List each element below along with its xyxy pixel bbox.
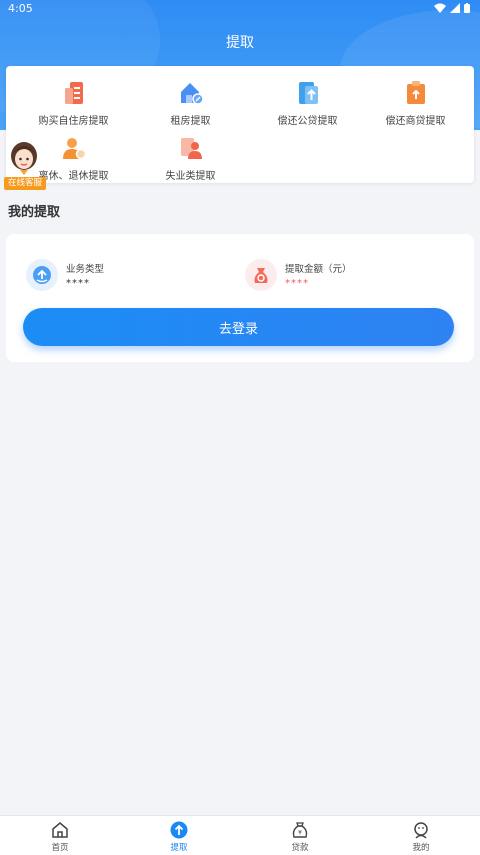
service-label: 租房提取 [170, 116, 211, 127]
service-label: 失业类提取 [165, 171, 216, 182]
clipboard-upload-icon [406, 81, 425, 104]
business-type-label: 业务类型 [66, 264, 105, 275]
status-time: 4:05 [8, 2, 33, 15]
building-document-icon [64, 82, 83, 104]
customer-service-badge[interactable]: 在线客服 [4, 177, 46, 190]
service-label: 购买自住房提取 [38, 116, 109, 127]
service-label: 偿还公贷提取 [277, 116, 338, 127]
tab-home[interactable]: 首页 [0, 821, 120, 853]
business-type-value: **** [66, 278, 90, 289]
house-icon [180, 83, 204, 105]
amount-value: **** [285, 278, 309, 289]
bottom-tab-bar: 首页 提取 ¥ 贷款 我的 [0, 815, 480, 855]
my-withdrawal-card: 业务类型 **** 提取金额（元） **** 去登录 [6, 234, 474, 362]
login-button[interactable]: 去登录 [23, 308, 454, 346]
amount-block: 提取金额（元） **** [245, 259, 352, 291]
wifi-icon [434, 3, 446, 13]
person-document-icon [180, 138, 202, 159]
upload-document-icon [298, 82, 318, 104]
svg-text:¥: ¥ [298, 830, 302, 837]
business-type-icon [26, 259, 58, 291]
business-type-block: 业务类型 **** [26, 259, 104, 291]
customer-service-girl-icon [11, 142, 37, 180]
tab-withdraw[interactable]: 提取 [119, 821, 239, 853]
money-bag-icon [245, 259, 277, 291]
service-public-loan[interactable]: 偿还公贷提取 [249, 78, 366, 130]
tab-mine[interactable]: 我的 [361, 821, 480, 853]
money-bag-icon: ¥ [292, 822, 308, 838]
home-icon [52, 822, 68, 838]
service-buy-house[interactable]: 购买自住房提取 [15, 78, 132, 130]
tab-label: 贷款 [291, 843, 309, 853]
tab-label: 首页 [51, 843, 69, 853]
arrow-up-circle-icon [170, 821, 188, 839]
person-retire-icon [62, 138, 86, 160]
battery-icon [464, 3, 470, 13]
tab-loan[interactable]: ¥ 贷款 [240, 821, 360, 853]
status-bar: 4:05 [0, 0, 480, 18]
service-rent[interactable]: 租房提取 [132, 78, 249, 130]
profile-icon [414, 822, 428, 839]
page-title: 提取 [226, 35, 254, 51]
service-grid: 购买自住房提取 租房提取 偿还公贷提取 偿还商贷提取 离休、退休提取 失业类提取 [6, 66, 474, 183]
tab-label: 提取 [170, 843, 188, 853]
service-commercial-loan[interactable]: 偿还商贷提取 [357, 78, 474, 130]
signal-icon [450, 3, 460, 13]
tab-label: 我的 [412, 843, 430, 853]
section-title-my-withdrawal: 我的提取 [8, 205, 61, 220]
service-label: 偿还商贷提取 [385, 116, 446, 127]
status-icons [434, 3, 470, 13]
service-unemployment[interactable]: 失业类提取 [132, 133, 249, 185]
amount-label: 提取金额（元） [285, 264, 352, 275]
service-label: 离休、退休提取 [38, 171, 109, 182]
